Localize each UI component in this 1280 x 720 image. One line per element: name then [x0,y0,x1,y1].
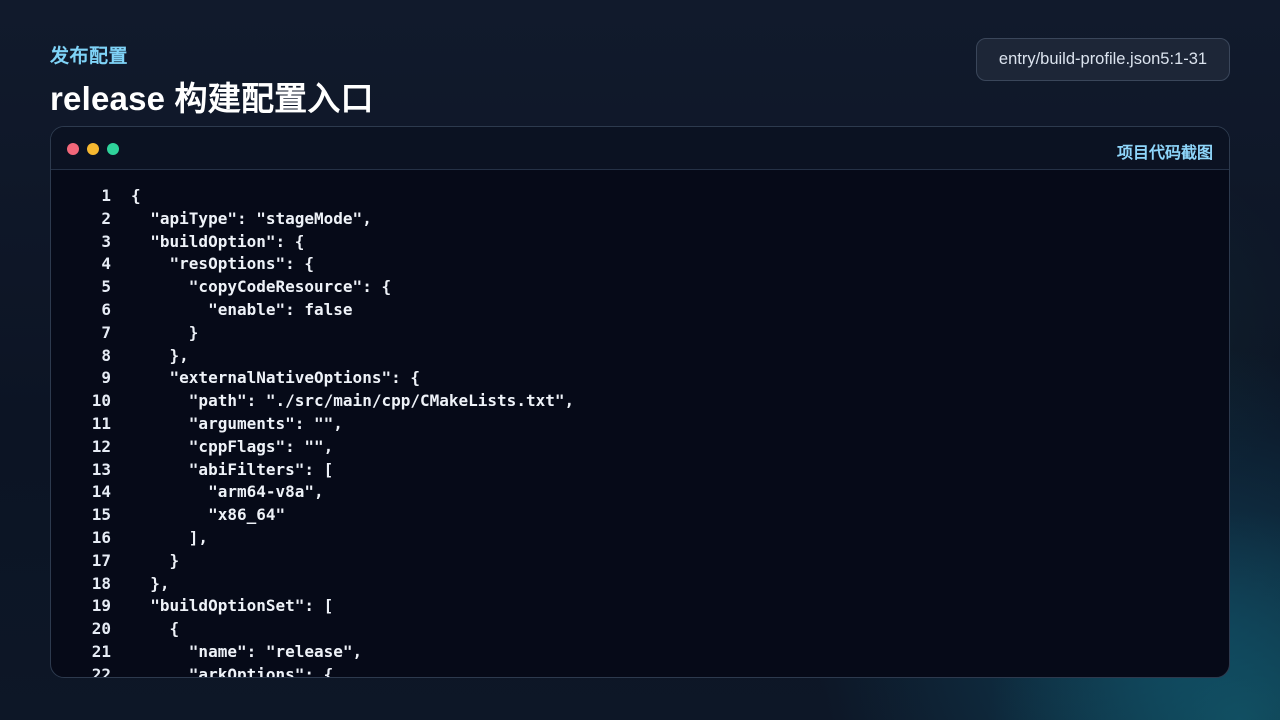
line-code-text: "enable": false [131,299,353,319]
line-code-text: { [131,186,141,205]
code-line: 16 ], [51,527,1229,550]
code-window-titlebar: 项目代码截图 [51,127,1229,170]
line-code-text: "arkOptions": { [131,664,334,677]
line-number: 11 [91,413,111,433]
line-number: 17 [91,550,111,570]
line-code-text: }, [131,345,189,365]
line-number: 4 [101,254,111,274]
line-number: 9 [101,368,111,388]
code-line: 20 { [51,618,1229,641]
code-line: 17 } [51,550,1229,573]
line-code-text: "buildOptionSet": [ [131,596,334,616]
line-code-text: "x86_64" [131,505,286,525]
line-number: 19 [91,596,111,616]
line-number: 22 [91,664,111,677]
section-eyebrow: 发布配置 [50,46,129,67]
line-code-text: "buildOption": { [131,231,305,251]
code-content: 1{2 "apiType": "stageMode", 3 "buildOptio… [51,185,1229,677]
line-code-text: "resOptions": { [131,254,315,274]
line-number: 10 [91,391,111,411]
code-line: 15 "x86_64" [51,504,1229,527]
line-code-text: "externalNativeOptions": { [131,368,420,388]
code-window-label: 项目代码截图 [1116,145,1213,162]
code-line: 9 "externalNativeOptions": { [51,367,1229,390]
code-line: 2 "apiType": "stageMode", [51,208,1229,231]
code-line: 11 "arguments": "", [51,413,1229,436]
line-number: 7 [101,322,111,342]
code-line: 8 }, [51,345,1229,368]
code-window: 项目代码截图 1{2 "apiType": "stageMode", 3 "bui… [50,126,1230,678]
code-line: 1{ [51,185,1229,208]
page-title: release 构建配置入口 [50,80,374,117]
code-line: 4 "resOptions": { [51,253,1229,276]
line-code-text: }, [131,573,170,593]
code-line: 3 "buildOption": { [51,231,1229,254]
code-line: 18 }, [51,573,1229,596]
line-code-text: "copyCodeResource": { [131,277,392,297]
window-close-dot-icon [67,143,79,155]
line-number: 2 [101,208,111,228]
line-code-text: "path": "./src/main/cpp/CMakeLists.txt", [131,391,575,411]
line-code-text: "cppFlags": "", [131,436,334,456]
code-line: 12 "cppFlags": "", [51,436,1229,459]
line-code-text: "name": "release", [131,641,363,661]
window-maximize-dot-icon [107,143,119,155]
file-reference-badge: entry/build-profile.json5:1-31 [976,38,1230,81]
line-number: 12 [91,436,111,456]
line-number: 21 [91,641,111,661]
code-line: 7 } [51,322,1229,345]
code-line: 6 "enable": false [51,299,1229,322]
line-code-text: { [131,619,180,639]
code-line: 19 "buildOptionSet": [ [51,595,1229,618]
line-code-text: "arguments": "", [131,413,343,433]
line-number: 13 [91,459,111,479]
code-line: 22 "arkOptions": { [51,664,1229,677]
line-code-text: } [131,322,199,342]
line-number: 6 [101,299,111,319]
line-number: 1 [101,186,111,205]
code-line: 21 "name": "release", [51,641,1229,664]
line-code-text: "apiType": "stageMode", [131,208,372,228]
line-number: 8 [101,345,111,365]
line-number: 16 [91,527,111,547]
line-number: 18 [91,573,111,593]
line-code-text: ], [131,527,209,547]
line-code-text: } [131,550,180,570]
line-number: 20 [91,619,111,639]
code-line: 14 "arm64-v8a", [51,481,1229,504]
line-number: 5 [101,277,111,297]
line-code-text: "abiFilters": [ [131,459,334,479]
line-code-text: "arm64-v8a", [131,482,324,502]
line-number: 3 [101,231,111,251]
code-line: 13 "abiFilters": [ [51,459,1229,482]
code-line: 10 "path": "./src/main/cpp/CMakeLists.tx… [51,390,1229,413]
line-number: 15 [91,505,111,525]
code-line: 5 "copyCodeResource": { [51,276,1229,299]
line-number: 14 [91,482,111,502]
window-minimize-dot-icon [87,143,99,155]
